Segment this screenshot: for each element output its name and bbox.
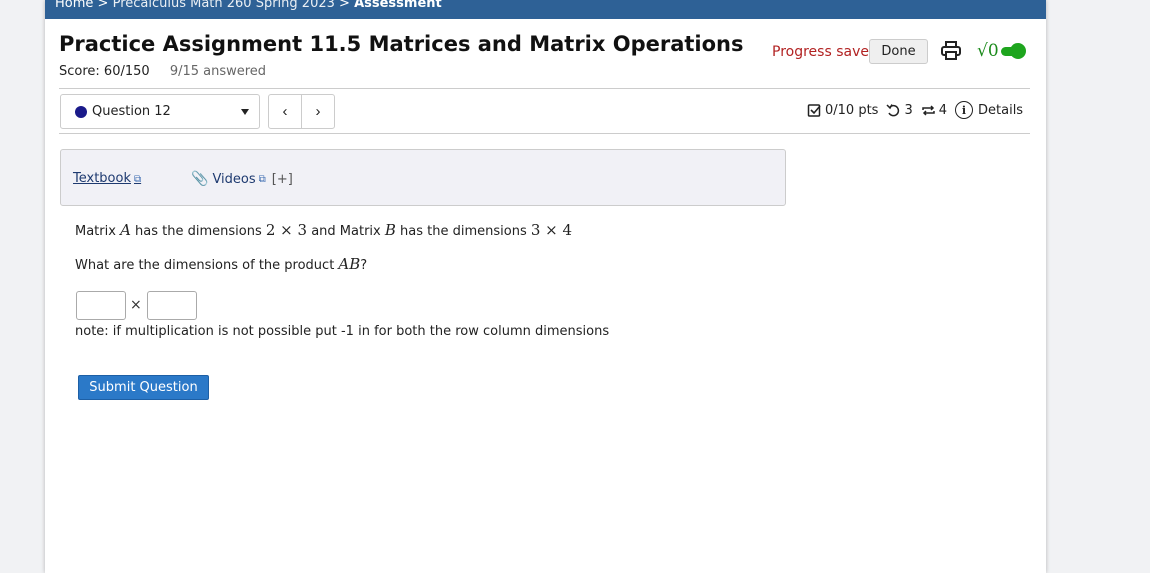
points-text: 0/10 pts — [825, 102, 879, 118]
question-select-label: Question 12 — [92, 104, 171, 119]
details-label[interactable]: Details — [978, 103, 1023, 118]
external-link-icon: ⧉ — [133, 174, 142, 185]
question-text: ? — [360, 258, 368, 273]
done-button[interactable]: Done — [869, 39, 928, 64]
undo-icon — [886, 103, 900, 116]
videos-group: 📎 Videos ⧉ [+] — [191, 171, 293, 187]
info-icon: i — [955, 101, 974, 119]
next-question-button[interactable]: › — [301, 94, 335, 129]
product-var: AB — [338, 255, 361, 273]
question-note: note: if multiplication is not possible … — [75, 324, 610, 339]
rows-answer-input[interactable] — [76, 291, 126, 320]
print-icon[interactable] — [940, 40, 962, 62]
previous-question-button[interactable]: ‹ — [268, 94, 302, 129]
question-text: has the dimensions — [130, 224, 266, 239]
external-link-icon: ⧉ — [258, 173, 266, 185]
retries-item: 3 — [886, 102, 913, 118]
question-text: has the dimensions — [395, 224, 531, 239]
breadcrumb-separator: > — [339, 0, 350, 11]
caret-down-icon — [241, 109, 249, 115]
answered-count: 9/15 answered — [169, 64, 267, 79]
videos-link[interactable]: Videos — [212, 172, 255, 187]
checkbox-icon — [807, 103, 821, 117]
assessment-page: Home > Precalculus Math 260 Spring 2023 … — [45, 0, 1046, 573]
repeat-icon — [921, 104, 935, 116]
breadcrumb-separator: > — [97, 0, 109, 11]
matrix-a-var: A — [120, 221, 131, 239]
columns-answer-input[interactable] — [147, 291, 197, 320]
divider — [59, 133, 1030, 134]
score-line: Score: 60/150 9/15 answered — [59, 64, 266, 79]
sqrt-icon: √0 — [977, 41, 999, 61]
question-status-dot — [75, 105, 87, 118]
submit-question-button[interactable]: Submit Question — [78, 375, 209, 400]
breadcrumb-home[interactable]: Home — [55, 0, 93, 11]
textbook-link[interactable]: Textbook ⧉ — [73, 171, 141, 186]
breadcrumb: Home > Precalculus Math 260 Spring 2023 … — [45, 0, 1046, 19]
question-text: Matrix — [75, 224, 121, 239]
score-text: Score: 60/150 — [59, 64, 150, 79]
help-resources-panel: Textbook ⧉ 📎 Videos ⧉ [+] — [60, 149, 786, 206]
breadcrumb-current: Assessment — [354, 0, 442, 11]
question-text-line-2: What are the dimensions of the product A… — [75, 255, 367, 273]
attempts-count: 4 — [938, 102, 948, 118]
details-link[interactable]: i Details — [955, 101, 1023, 119]
matrix-a-dims: 2 × 3 — [265, 221, 308, 239]
toggle-switch[interactable] — [1000, 43, 1026, 59]
expand-videos-button[interactable]: [+] — [272, 172, 293, 187]
math-display-toggle[interactable]: √0 — [977, 40, 1026, 62]
toggle-knob — [1009, 43, 1026, 59]
attempts-item: 4 — [921, 103, 947, 118]
retries-count: 3 — [904, 102, 913, 118]
paperclip-icon: 📎 — [191, 171, 209, 187]
question-text: What are the dimensions of the product — [75, 258, 339, 273]
question-select[interactable]: Question 12 — [60, 94, 260, 129]
points-item: 0/10 pts — [807, 103, 878, 118]
question-text-line-1: Matrix A has the dimensions 2 × 3 and Ma… — [75, 221, 572, 239]
times-symbol: × — [130, 297, 142, 313]
matrix-b-dims: 3 × 4 — [530, 221, 573, 239]
matrix-b-var: B — [384, 221, 396, 239]
textbook-label[interactable]: Textbook — [73, 171, 131, 186]
question-text: and Matrix — [307, 224, 385, 239]
question-meta: 0/10 pts 3 4 i Details — [807, 101, 1031, 119]
progress-saved-status: Progress saved — [772, 44, 878, 60]
divider — [59, 88, 1030, 89]
breadcrumb-course[interactable]: Precalculus Math 260 Spring 2023 — [113, 0, 335, 11]
page-title: Practice Assignment 11.5 Matrices and Ma… — [59, 32, 744, 56]
